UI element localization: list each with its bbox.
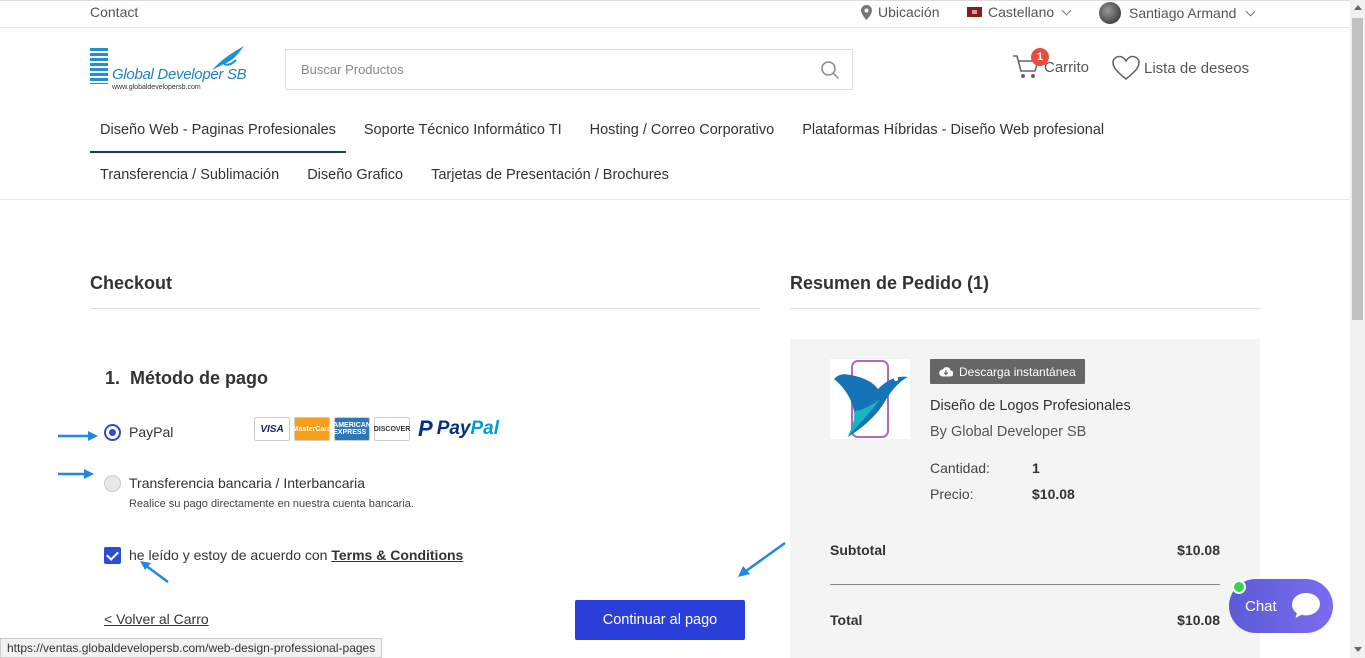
discover-logo: DISCOVER <box>374 417 410 441</box>
nav-item-hosting[interactable]: Hosting / Correo Corporativo <box>580 110 785 153</box>
instant-download-label: Descarga instantánea <box>959 364 1076 379</box>
cloud-download-icon <box>939 367 953 377</box>
scroll-up-icon[interactable] <box>1354 5 1362 10</box>
chevron-down-icon <box>1245 6 1256 16</box>
nav-item-business-cards[interactable]: Tarjetas de Presentación / Brochures <box>421 155 679 196</box>
payment-method-heading: 1. Método de pago <box>105 368 268 389</box>
product-image[interactable] <box>830 359 910 439</box>
bank-transfer-description: Realice su pago directamente en nuestra … <box>129 498 414 510</box>
subtotal-label: Subtotal <box>830 542 886 558</box>
nav-item-hybrid-platforms[interactable]: Plataformas Híbridas - Diseño Web profes… <box>792 110 1114 153</box>
user-name: Santiago Armand <box>1129 5 1237 21</box>
contact-link[interactable]: Contact <box>90 4 138 20</box>
annotation-arrow-icon <box>140 561 169 584</box>
chat-bubble-icon <box>1292 593 1320 618</box>
divider <box>90 308 760 309</box>
site-logo[interactable]: Global Developer SB www.globaldevelopers… <box>90 44 250 96</box>
nav-row: Diseño Web - Paginas Profesionales Sopor… <box>90 110 1122 153</box>
scroll-down-icon[interactable] <box>1354 647 1362 652</box>
terms-link[interactable]: Terms & Conditions <box>331 547 463 563</box>
location-selector[interactable]: Ubicación <box>861 4 939 20</box>
step-number: 1. <box>105 368 121 388</box>
nav-item-graphic-design[interactable]: Diseño Grafico <box>297 155 413 196</box>
location-label: Ubicación <box>878 4 940 20</box>
paypal-logo: P PayPal <box>418 416 499 442</box>
quantity-value: 1 <box>1032 460 1040 476</box>
cart-button[interactable]: 1 Carrito <box>1012 48 1090 80</box>
order-summary: Descarga instantánea Diseño de Logos Pro… <box>790 339 1260 658</box>
location-pin-icon <box>861 4 872 20</box>
avatar <box>1099 2 1121 24</box>
scrollbar-thumb[interactable] <box>1352 18 1363 320</box>
price-label: Precio: <box>930 486 974 502</box>
search-input[interactable] <box>286 50 786 89</box>
step-title: Método de pago <box>130 368 269 388</box>
order-summary-title: Resumen de Pedido (1) <box>790 273 990 293</box>
paypal-label[interactable]: PayPal <box>129 424 173 440</box>
payment-logos: VISA MasterCard AMERICAN EXPRESS DISCOVE… <box>254 416 499 442</box>
scrollbar[interactable] <box>1350 0 1365 658</box>
flag-icon <box>967 7 982 17</box>
amex-logo: AMERICAN EXPRESS <box>333 417 371 441</box>
divider <box>790 308 1260 309</box>
mastercard-logo: MasterCard <box>293 417 331 441</box>
bank-transfer-radio[interactable] <box>104 475 121 492</box>
terms-checkbox[interactable] <box>104 547 121 564</box>
paypal-logo-text-1: Pay <box>436 418 471 439</box>
user-menu[interactable]: Santiago Armand <box>1099 2 1256 24</box>
divider <box>0 199 1350 200</box>
divider <box>830 584 1220 585</box>
cart-count-badge: 1 <box>1031 48 1049 66</box>
nav-row: Transferencia / Sublimación Diseño Grafi… <box>90 155 687 196</box>
logo-bars <box>90 48 108 84</box>
bank-transfer-label[interactable]: Transferencia bancaria / Interbancaria <box>129 475 365 491</box>
wishlist-label: Lista de deseos <box>1144 59 1250 77</box>
nav-item-sublimation[interactable]: Transferencia / Sublimación <box>90 155 289 196</box>
instant-download-badge: Descarga instantánea <box>930 359 1085 384</box>
chevron-down-icon <box>1061 5 1072 15</box>
search-box <box>285 49 853 90</box>
back-to-cart-link[interactable]: < Volver al Carro <box>104 611 209 627</box>
paypal-radio[interactable] <box>104 424 121 441</box>
annotation-arrow-icon <box>738 541 786 577</box>
status-bar-url: https://ventas.globaldevelopersb.com/web… <box>0 638 383 658</box>
logo-url: www.globaldevelopersb.com <box>112 84 201 91</box>
logo-name: Global Developer SB <box>112 66 247 83</box>
paypal-p-icon: P <box>418 416 433 441</box>
online-status-dot <box>1232 580 1246 594</box>
chat-widget-button[interactable]: Chat <box>1229 579 1333 633</box>
quantity-label: Cantidad: <box>930 460 990 476</box>
annotation-arrow-icon <box>58 469 94 479</box>
language-label: Castellano <box>988 4 1055 20</box>
nav-item-web-design[interactable]: Diseño Web - Paginas Profesionales <box>90 110 346 153</box>
cart-label: Carrito <box>1044 58 1090 76</box>
paypal-logo-text-2: Pal <box>470 418 500 439</box>
top-bar: Contact Ubicación Castellano Santiago Ar… <box>0 0 1350 28</box>
terms-label: he leído y estoy de acuerdo con Terms & … <box>129 547 463 563</box>
product-vendor: By Global Developer SB <box>930 424 1087 440</box>
annotation-arrow-icon <box>58 431 98 441</box>
continue-to-payment-button[interactable]: Continuar al pago <box>575 600 745 640</box>
visa-logo: VISA <box>254 417 290 441</box>
search-icon[interactable] <box>820 60 840 80</box>
wishlist-button[interactable]: Lista de deseos <box>1112 55 1249 81</box>
language-selector[interactable]: Castellano <box>967 4 1072 20</box>
price-value: $10.08 <box>1032 486 1075 502</box>
total-label: Total <box>830 612 863 628</box>
total-value: $10.08 <box>1177 612 1220 628</box>
nav-item-it-support[interactable]: Soporte Técnico Informático TI <box>354 110 572 153</box>
subtotal-value: $10.08 <box>1177 542 1220 558</box>
product-name[interactable]: Diseño de Logos Profesionales <box>930 398 1131 414</box>
heart-icon <box>1112 55 1140 81</box>
checkout-title: Checkout <box>90 273 173 293</box>
chat-label: Chat <box>1245 597 1277 615</box>
